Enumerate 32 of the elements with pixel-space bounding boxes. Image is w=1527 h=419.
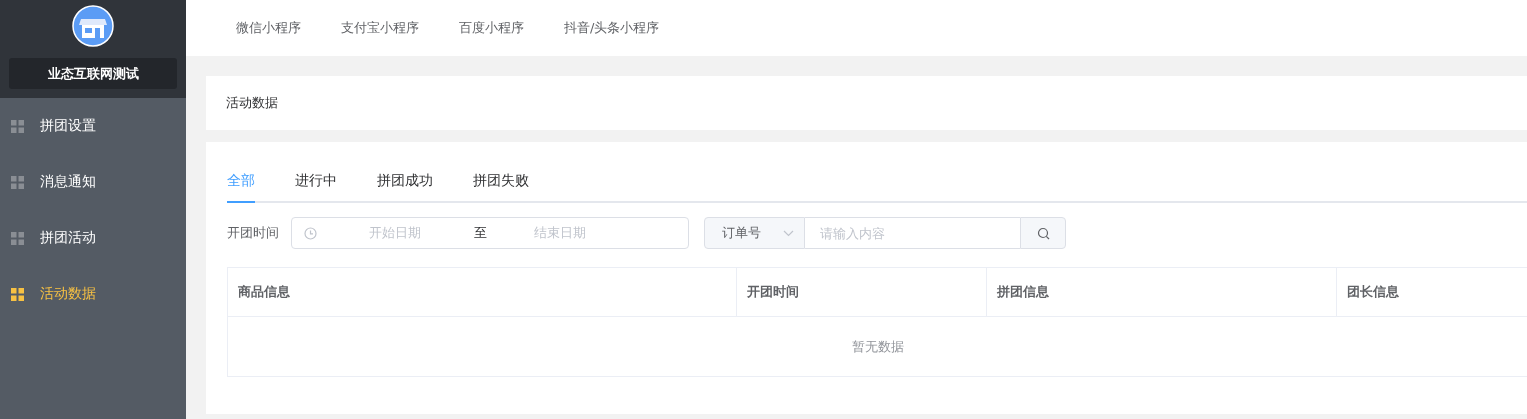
status-tab[interactable]: 拼团失败 <box>473 172 529 201</box>
search-field[interactable]: 请输入内容 <box>805 217 1020 249</box>
shop-name: 业态互联网测试 <box>9 58 177 89</box>
page-title: 活动数据 <box>226 94 278 112</box>
sidebar-item[interactable]: 拼团活动 <box>0 210 186 266</box>
status-tab[interactable]: 拼团成功 <box>377 172 433 201</box>
grid-icon <box>11 119 24 133</box>
chevron-down-icon <box>783 229 794 237</box>
range-separator: 至 <box>474 224 487 242</box>
status-tab[interactable]: 进行中 <box>295 172 337 201</box>
grid-icon <box>11 287 24 301</box>
platform-link[interactable]: 抖音/头条小程序 <box>564 19 660 37</box>
empty-message: 暂无数据 <box>852 337 904 356</box>
platform-link[interactable]: 微信小程序 <box>236 19 301 37</box>
search-button[interactable] <box>1020 217 1066 249</box>
filter-label: 开团时间 <box>227 224 279 242</box>
date-range-field[interactable]: 开始日期 至 结束日期 <box>291 217 689 249</box>
sidebar-item[interactable]: 消息通知 <box>0 154 186 210</box>
column-header: 商品信息 <box>228 268 737 316</box>
sidebar-item[interactable]: 活动数据 <box>0 266 186 322</box>
column-header: 开团时间 <box>737 268 987 316</box>
platform-link[interactable]: 支付宝小程序 <box>341 19 419 37</box>
sidebar-item[interactable]: 拼团设置 <box>0 98 186 154</box>
column-header: 团长信息 <box>1337 268 1527 316</box>
grid-icon <box>11 175 24 189</box>
search-type-select[interactable]: 订单号 <box>704 217 805 249</box>
column-header: 拼团信息 <box>987 268 1337 316</box>
clock-icon <box>304 226 317 240</box>
grid-icon <box>11 231 24 245</box>
search-icon <box>1036 226 1050 240</box>
shop-icon <box>72 5 114 47</box>
platform-link[interactable]: 百度小程序 <box>459 19 524 37</box>
